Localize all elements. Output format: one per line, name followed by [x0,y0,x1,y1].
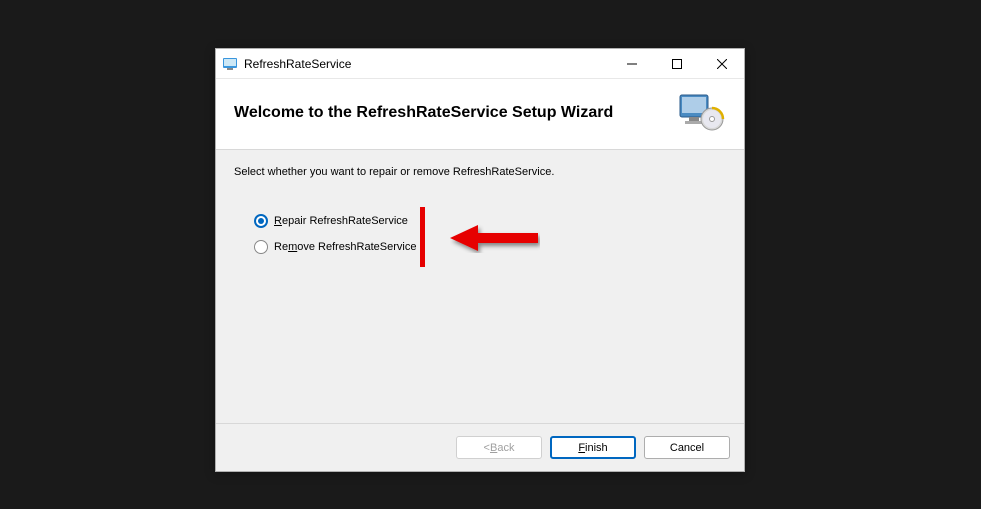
close-button[interactable] [699,49,744,78]
wizard-footer: < Back Finish Cancel [216,423,744,471]
wizard-content: Select whether you want to repair or rem… [216,150,744,423]
back-button: < Back [456,436,542,459]
instruction-text: Select whether you want to repair or rem… [234,166,726,178]
minimize-button[interactable] [609,49,654,78]
window-controls [609,49,744,78]
option-group: Repair RefreshRateService Remove Refresh… [254,214,726,254]
cancel-button[interactable]: Cancel [644,436,730,459]
wizard-header: Welcome to the RefreshRateService Setup … [216,79,744,150]
remove-label: Remove RefreshRateService [274,241,416,253]
titlebar: RefreshRateService [216,49,744,79]
installer-icon [678,91,726,135]
repair-option[interactable]: Repair RefreshRateService [254,214,726,228]
wizard-title: Welcome to the RefreshRateService Setup … [234,104,678,122]
window-title: RefreshRateService [244,57,609,71]
finish-button[interactable]: Finish [550,436,636,459]
remove-option[interactable]: Remove RefreshRateService [254,240,726,254]
radio-selected-icon [254,214,268,228]
maximize-button[interactable] [654,49,699,78]
radio-unselected-icon [254,240,268,254]
installer-window: RefreshRateService Welcome to the Refres… [215,48,745,472]
app-icon [222,56,238,72]
repair-label: Repair RefreshRateService [274,215,408,227]
